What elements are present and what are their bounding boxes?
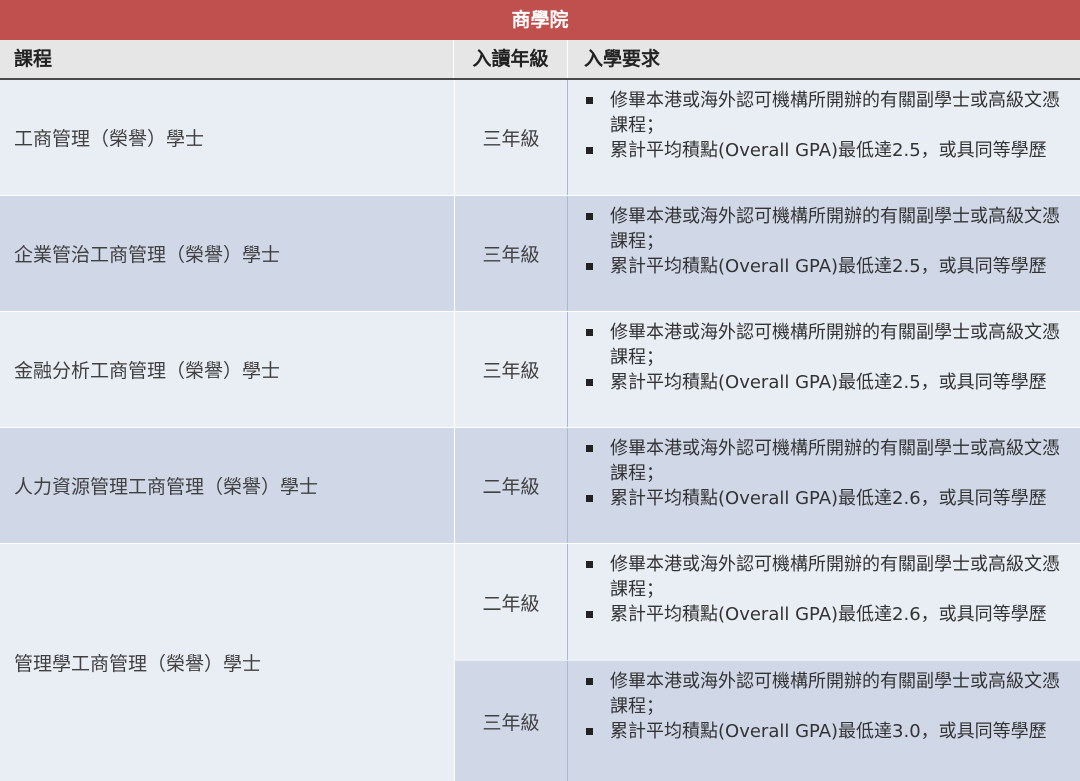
course-name: 金融分析工商管理（榮譽）學士 xyxy=(14,360,281,382)
requirement-item: 修畢本港或海外認可機構所開辦的有關副學士或高級文憑課程； xyxy=(582,320,1070,370)
square-bullet-icon xyxy=(586,728,593,735)
requirement-item: 累計平均積點(Overall GPA)最低達2.6，或具同等學歷 xyxy=(582,602,1070,627)
requirement-item: 累計平均積點(Overall GPA)最低達2.5，或具同等學歷 xyxy=(582,370,1070,395)
requirements-cell: 修畢本港或海外認可機構所開辦的有關副學士或高級文憑課程； 累計平均積點(Over… xyxy=(568,428,1080,543)
requirement-text: 修畢本港或海外認可機構所開辦的有關副學士或高級文憑課程； xyxy=(610,554,1060,600)
square-bullet-icon xyxy=(586,329,593,336)
requirements-cell: 修畢本港或海外認可機構所開辦的有關副學士或高級文憑課程； 累計平均積點(Over… xyxy=(568,196,1080,311)
square-bullet-icon xyxy=(586,263,593,270)
entry-year: 二年級 xyxy=(454,544,568,660)
entry-year: 三年級 xyxy=(454,312,568,427)
entry-year: 二年級 xyxy=(454,428,568,543)
header-requirements: 入學要求 xyxy=(584,48,661,70)
requirement-item: 累計平均積點(Overall GPA)最低達2.5，或具同等學歷 xyxy=(582,254,1070,279)
requirements-cell: 修畢本港或海外認可機構所開辦的有關副學士或高級文憑課程； 累計平均積點(Over… xyxy=(568,80,1080,195)
sub-row: 二年級 修畢本港或海外認可機構所開辦的有關副學士或高級文憑課程； 累計平均積點(… xyxy=(454,544,1080,660)
school-title: 商學院 xyxy=(0,0,1080,40)
table-row: 人力資源管理工商管理（榮譽）學士 二年級 修畢本港或海外認可機構所開辦的有關副學… xyxy=(0,428,1080,543)
table-header: 課程 入讀年級 入學要求 xyxy=(0,40,1080,80)
requirement-item: 累計平均積點(Overall GPA)最低達2.5，或具同等學歷 xyxy=(582,138,1070,163)
requirement-text: 修畢本港或海外認可機構所開辦的有關副學士或高級文憑課程； xyxy=(610,671,1060,717)
course-name: 人力資源管理工商管理（榮譽）學士 xyxy=(14,476,319,498)
header-course: 課程 xyxy=(0,40,454,78)
course-name: 管理學工商管理（榮譽）學士 xyxy=(14,653,262,675)
requirement-text: 修畢本港或海外認可機構所開辦的有關副學士或高級文憑課程； xyxy=(610,322,1060,368)
entry-year: 三年級 xyxy=(454,196,568,311)
requirement-text: 修畢本港或海外認可機構所開辦的有關副學士或高級文憑課程； xyxy=(610,206,1060,252)
requirement-text: 修畢本港或海外認可機構所開辦的有關副學士或高級文憑課程； xyxy=(610,90,1060,136)
requirement-item: 修畢本港或海外認可機構所開辦的有關副學士或高級文憑課程； xyxy=(582,204,1070,254)
requirement-item: 修畢本港或海外認可機構所開辦的有關副學士或高級文憑課程； xyxy=(582,552,1070,602)
entry-year: 三年級 xyxy=(454,80,568,195)
requirement-text: 累計平均積點(Overall GPA)最低達2.5，或具同等學歷 xyxy=(610,140,1047,161)
table-row-merged: 管理學工商管理（榮譽）學士 二年級 修畢本港或海外認可機構所開辦的有關副學士或高… xyxy=(0,544,1080,781)
requirement-text: 修畢本港或海外認可機構所開辦的有關副學士或高級文憑課程； xyxy=(610,438,1060,484)
square-bullet-icon xyxy=(586,611,593,618)
requirement-item: 修畢本港或海外認可機構所開辦的有關副學士或高級文憑課程； xyxy=(582,669,1070,719)
requirement-text: 累計平均積點(Overall GPA)最低達2.6，或具同等學歷 xyxy=(610,604,1047,625)
square-bullet-icon xyxy=(586,147,593,154)
requirements-cell: 修畢本港或海外認可機構所開辦的有關副學士或高級文憑課程； 累計平均積點(Over… xyxy=(568,312,1080,427)
table-row: 工商管理（榮譽）學士 三年級 修畢本港或海外認可機構所開辦的有關副學士或高級文憑… xyxy=(0,80,1080,195)
requirement-item: 修畢本港或海外認可機構所開辦的有關副學士或高級文憑課程； xyxy=(582,436,1070,486)
entry-year: 三年級 xyxy=(454,661,568,781)
table-row: 金融分析工商管理（榮譽）學士 三年級 修畢本港或海外認可機構所開辦的有關副學士或… xyxy=(0,312,1080,427)
square-bullet-icon xyxy=(586,97,593,104)
requirement-text: 累計平均積點(Overall GPA)最低達2.5，或具同等學歷 xyxy=(610,372,1047,393)
square-bullet-icon xyxy=(586,495,593,502)
requirement-text: 累計平均積點(Overall GPA)最低達2.6，或具同等學歷 xyxy=(610,488,1047,509)
sub-row: 三年級 修畢本港或海外認可機構所開辦的有關副學士或高級文憑課程； 累計平均積點(… xyxy=(454,661,1080,781)
header-year: 入讀年級 xyxy=(454,40,568,78)
course-name: 工商管理（榮譽）學士 xyxy=(14,128,205,150)
square-bullet-icon xyxy=(586,561,593,568)
square-bullet-icon xyxy=(586,379,593,386)
square-bullet-icon xyxy=(586,213,593,220)
requirement-item: 修畢本港或海外認可機構所開辦的有關副學士或高級文憑課程； xyxy=(582,88,1070,138)
course-name: 企業管治工商管理（榮譽）學士 xyxy=(14,244,281,266)
requirements-cell: 修畢本港或海外認可機構所開辦的有關副學士或高級文憑課程； 累計平均積點(Over… xyxy=(568,544,1080,660)
requirement-item: 累計平均積點(Overall GPA)最低達3.0，或具同等學歷 xyxy=(582,719,1070,744)
requirement-item: 累計平均積點(Overall GPA)最低達2.6，或具同等學歷 xyxy=(582,486,1070,511)
requirements-cell: 修畢本港或海外認可機構所開辦的有關副學士或高級文憑課程； 累計平均積點(Over… xyxy=(568,661,1080,781)
square-bullet-icon xyxy=(586,445,593,452)
square-bullet-icon xyxy=(586,678,593,685)
requirement-text: 累計平均積點(Overall GPA)最低達2.5，或具同等學歷 xyxy=(610,256,1047,277)
requirement-text: 累計平均積點(Overall GPA)最低達3.0，或具同等學歷 xyxy=(610,721,1047,742)
table-row: 企業管治工商管理（榮譽）學士 三年級 修畢本港或海外認可機構所開辦的有關副學士或… xyxy=(0,196,1080,311)
